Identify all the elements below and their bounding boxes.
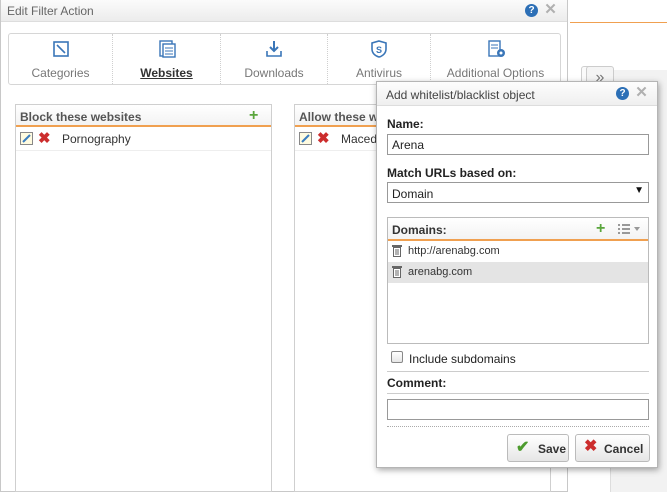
list-item[interactable]: ✖ Pornography — [16, 127, 271, 151]
close-icon[interactable]: ✕ — [544, 2, 557, 17]
row-label: Pornography — [62, 132, 131, 146]
help-icon[interactable]: ? — [616, 87, 629, 100]
panel-title: Allow these w — [299, 110, 379, 124]
name-input[interactable] — [387, 134, 649, 155]
chevron-down-icon: ▼ — [634, 185, 644, 196]
include-subdomains-label: Include subdomains — [409, 352, 516, 366]
edit-icon[interactable] — [299, 132, 312, 145]
tab-antivirus[interactable]: S Antivirus — [328, 34, 431, 84]
list-menu-icon[interactable] — [618, 222, 644, 236]
check-icon: ✔ — [516, 439, 530, 456]
cancel-label: Cancel — [604, 442, 644, 456]
domains-title: Domains: — [392, 223, 447, 237]
trash-icon[interactable] — [392, 244, 402, 257]
tab-label: Categories — [31, 66, 90, 80]
select-value: Domain — [392, 187, 434, 201]
tab-downloads[interactable]: Downloads — [221, 34, 328, 84]
save-button[interactable]: ✔ Save — [507, 434, 569, 462]
tab-label: Downloads — [244, 66, 304, 80]
tab-label: Websites — [140, 66, 193, 80]
categories-icon — [52, 41, 69, 57]
background-accent-line — [570, 22, 667, 23]
antivirus-icon: S — [371, 40, 387, 58]
row-label: Maced — [341, 132, 378, 146]
dialog-title-bar: Edit Filter Action ? ✕ — [1, 0, 567, 22]
name-label: Name: — [387, 117, 424, 131]
comment-input[interactable] — [387, 399, 649, 420]
domain-value: arenabg.com — [408, 266, 473, 278]
add-object-popup: Add whitelist/blacklist object ? ✕ Name:… — [376, 81, 658, 468]
downloads-icon — [266, 41, 282, 57]
divider — [387, 393, 649, 394]
domains-header: Domains: + — [388, 218, 648, 241]
delete-icon[interactable]: ✖ — [38, 129, 51, 147]
panel-header: Block these websites + — [16, 105, 271, 127]
popup-title: Add whitelist/blacklist object — [386, 88, 535, 102]
tab-categories[interactable]: Categories — [9, 34, 113, 84]
tab-additional-options[interactable]: Additional Options — [431, 34, 560, 84]
popup-title-bar: Add whitelist/blacklist object ? ✕ — [377, 82, 657, 106]
divider — [387, 371, 649, 372]
add-icon[interactable]: + — [596, 221, 605, 237]
close-icon[interactable]: ✕ — [635, 85, 648, 100]
match-select[interactable]: Domain ▼ — [387, 182, 649, 203]
tab-websites[interactable]: Websites — [113, 34, 221, 84]
divider — [387, 426, 649, 427]
include-subdomains-checkbox[interactable] — [391, 351, 403, 363]
comment-label: Comment: — [387, 376, 447, 390]
cancel-button[interactable]: ✖ Cancel — [575, 434, 650, 462]
dialog-title: Edit Filter Action — [7, 4, 94, 18]
websites-icon — [158, 40, 176, 58]
add-icon[interactable]: + — [249, 108, 258, 124]
tab-strip: Categories Websites Downloads S Antiviru… — [8, 33, 561, 85]
options-icon — [487, 40, 505, 57]
domain-value: http://arenabg.com — [408, 245, 500, 257]
match-label: Match URLs based on: — [387, 166, 517, 180]
block-websites-panel: Block these websites + ✖ Pornography — [15, 104, 272, 492]
help-icon[interactable]: ? — [525, 4, 538, 17]
tab-label: Additional Options — [446, 66, 545, 80]
trash-icon[interactable] — [392, 265, 402, 278]
domain-row[interactable]: http://arenabg.com — [388, 241, 648, 262]
domain-row[interactable]: arenabg.com — [388, 262, 648, 283]
save-label: Save — [538, 442, 567, 456]
close-icon: ✖ — [584, 438, 598, 455]
edit-icon[interactable] — [20, 132, 33, 145]
domains-list: Domains: + http://arenabg.com arenabg.co… — [387, 217, 649, 344]
panel-title: Block these websites — [20, 110, 142, 124]
delete-icon[interactable]: ✖ — [317, 129, 330, 147]
svg-text:S: S — [376, 45, 382, 55]
tab-label: Antivirus — [355, 66, 402, 80]
